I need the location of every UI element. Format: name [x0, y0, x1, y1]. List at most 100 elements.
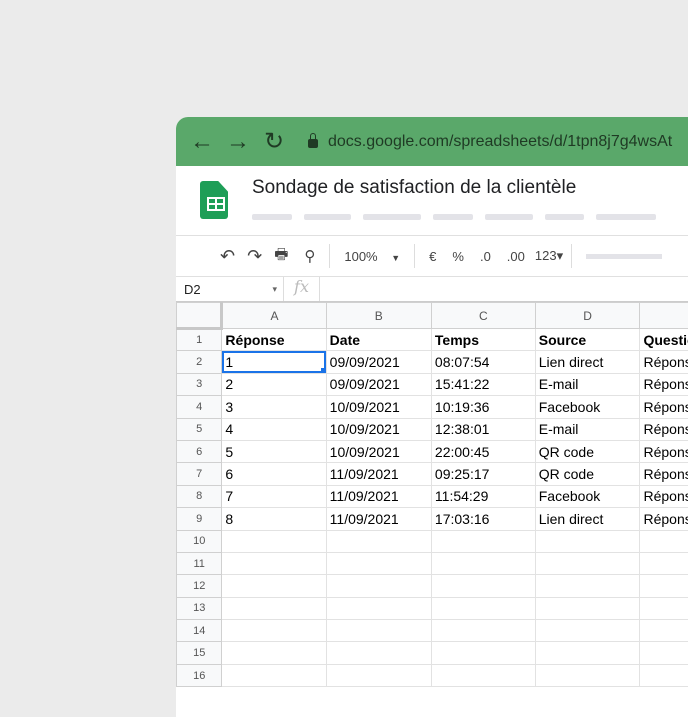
menu-placeholder[interactable]: [433, 214, 473, 220]
font-select[interactable]: [586, 254, 662, 259]
row-header[interactable]: 14: [177, 620, 222, 642]
row-header[interactable]: 12: [177, 575, 222, 597]
cell[interactable]: Réponse: [222, 329, 326, 351]
cell[interactable]: Facebook: [535, 396, 640, 418]
undo-icon[interactable]: ↶: [212, 246, 243, 267]
cell[interactable]: Réponse: [640, 351, 688, 373]
cell[interactable]: Source: [535, 329, 640, 351]
cell[interactable]: Facebook: [535, 485, 640, 507]
cell[interactable]: 10:19:36: [431, 396, 535, 418]
cell[interactable]: [222, 620, 326, 642]
cell[interactable]: [535, 620, 640, 642]
cell[interactable]: Temps: [431, 329, 535, 351]
cell[interactable]: [640, 664, 688, 686]
name-box[interactable]: D2: [176, 277, 284, 301]
cell[interactable]: E-mail: [535, 373, 640, 395]
cell[interactable]: Réponse: [640, 440, 688, 462]
cell[interactable]: Lien direct: [535, 351, 640, 373]
address-bar[interactable]: docs.google.com/spreadsheets/d/1tpn8j7g4…: [308, 133, 672, 151]
document-title[interactable]: Sondage de satisfaction de la clientèle: [252, 177, 576, 199]
cell[interactable]: Réponse: [640, 485, 688, 507]
cell[interactable]: Date: [326, 329, 431, 351]
paint-format-icon[interactable]: ⚲: [296, 247, 323, 265]
cell[interactable]: [326, 530, 431, 552]
cell[interactable]: [535, 597, 640, 619]
cell[interactable]: [431, 597, 535, 619]
cell[interactable]: [431, 530, 535, 552]
cell[interactable]: Réponse: [640, 463, 688, 485]
print-icon[interactable]: 🖶: [266, 244, 296, 269]
row-header[interactable]: 6: [177, 440, 222, 462]
cell[interactable]: Réponse: [640, 418, 688, 440]
cell[interactable]: [222, 552, 326, 574]
row-header[interactable]: 2: [177, 351, 222, 373]
cell[interactable]: 11:54:29: [431, 485, 535, 507]
cell[interactable]: [222, 530, 326, 552]
cell[interactable]: 09/09/2021: [326, 373, 431, 395]
row-header[interactable]: 9: [177, 508, 222, 530]
cell[interactable]: [222, 575, 326, 597]
cell[interactable]: 08:07:54: [431, 351, 535, 373]
cell[interactable]: 3: [222, 396, 326, 418]
cell[interactable]: [535, 552, 640, 574]
cell[interactable]: Réponse: [640, 508, 688, 530]
cell[interactable]: [535, 530, 640, 552]
row-header[interactable]: 15: [177, 642, 222, 664]
cell[interactable]: 8: [222, 508, 326, 530]
column-header[interactable]: B: [326, 303, 431, 329]
cell[interactable]: 7: [222, 485, 326, 507]
cell[interactable]: [326, 552, 431, 574]
cell[interactable]: E-mail: [535, 418, 640, 440]
menu-placeholder[interactable]: [545, 214, 584, 220]
cell[interactable]: [640, 642, 688, 664]
cell[interactable]: Questions: [640, 329, 688, 351]
cell[interactable]: [640, 620, 688, 642]
cell[interactable]: 09/09/2021: [326, 351, 431, 373]
row-header[interactable]: 10: [177, 530, 222, 552]
row-header[interactable]: 13: [177, 597, 222, 619]
menu-placeholder[interactable]: [485, 214, 533, 220]
cell[interactable]: 6: [222, 463, 326, 485]
cell[interactable]: 10/09/2021: [326, 440, 431, 462]
forward-icon[interactable]: →: [220, 128, 256, 156]
redo-icon[interactable]: ↷: [243, 246, 266, 267]
cell[interactable]: 11/09/2021: [326, 485, 431, 507]
column-header[interactable]: [640, 303, 688, 329]
menu-placeholder[interactable]: [596, 214, 656, 220]
cell[interactable]: [222, 597, 326, 619]
number-format-button[interactable]: 123▾: [533, 248, 565, 264]
cell[interactable]: [326, 642, 431, 664]
row-header[interactable]: 11: [177, 552, 222, 574]
cell[interactable]: Réponse: [640, 373, 688, 395]
cell[interactable]: 11/09/2021: [326, 463, 431, 485]
sheets-logo-icon[interactable]: [200, 181, 228, 219]
column-header[interactable]: C: [431, 303, 535, 329]
currency-button[interactable]: €: [421, 249, 444, 264]
cell[interactable]: [535, 664, 640, 686]
cell[interactable]: 11/09/2021: [326, 508, 431, 530]
menu-placeholder[interactable]: [252, 214, 292, 220]
cell[interactable]: 2: [222, 373, 326, 395]
row-header[interactable]: 3: [177, 373, 222, 395]
row-header[interactable]: 8: [177, 485, 222, 507]
reload-icon[interactable]: ↻: [256, 127, 292, 156]
cell[interactable]: [222, 642, 326, 664]
cell[interactable]: [431, 620, 535, 642]
cell[interactable]: [326, 597, 431, 619]
cell[interactable]: [535, 575, 640, 597]
cell[interactable]: Réponse: [640, 396, 688, 418]
back-icon[interactable]: ←: [184, 128, 220, 156]
cell[interactable]: [535, 642, 640, 664]
row-header[interactable]: 16: [177, 664, 222, 686]
zoom-select[interactable]: 100% ▼: [336, 249, 408, 264]
cell[interactable]: [326, 664, 431, 686]
column-header[interactable]: A: [222, 303, 326, 329]
cell[interactable]: 4: [222, 418, 326, 440]
cell[interactable]: [431, 575, 535, 597]
select-all-corner[interactable]: [177, 303, 222, 329]
percent-button[interactable]: %: [444, 249, 472, 264]
cell[interactable]: [326, 575, 431, 597]
cell[interactable]: Lien direct: [535, 508, 640, 530]
cell[interactable]: 1: [222, 351, 326, 373]
cell[interactable]: 10/09/2021: [326, 396, 431, 418]
